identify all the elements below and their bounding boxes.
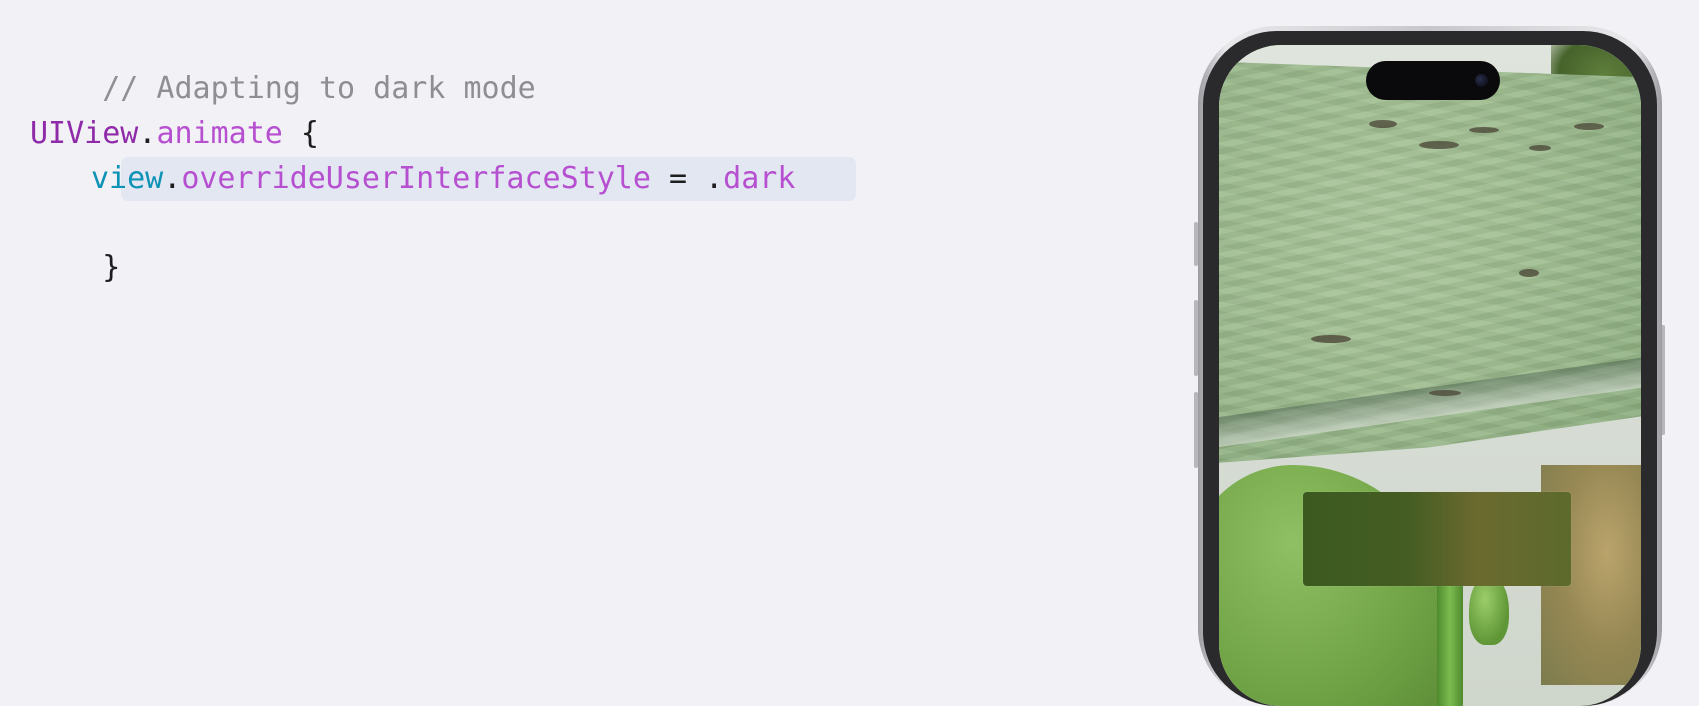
pad-spot bbox=[1429, 390, 1461, 396]
method-animate: animate bbox=[156, 116, 283, 151]
dot-operator: . bbox=[163, 161, 182, 196]
camera-lens-icon bbox=[1475, 74, 1488, 87]
dot-operator: . bbox=[138, 116, 157, 151]
type-uiview: UIView bbox=[30, 116, 139, 151]
dynamic-island bbox=[1366, 61, 1500, 100]
pad-spot bbox=[1311, 335, 1351, 343]
phone-screen bbox=[1219, 45, 1641, 706]
pad-spot bbox=[1369, 120, 1397, 128]
code-line-close: } bbox=[30, 202, 120, 285]
code-line-animate: UIView.animate { bbox=[30, 112, 319, 156]
close-brace: } bbox=[102, 250, 121, 285]
code-line-override: view.overrideUserInterfaceStyle = .dark bbox=[91, 157, 795, 201]
open-brace: { bbox=[282, 116, 319, 151]
pad-spot bbox=[1469, 127, 1499, 133]
blurred-overlay-panel bbox=[1303, 492, 1571, 586]
pad-spot bbox=[1519, 269, 1539, 277]
property-override-style: overrideUserInterfaceStyle bbox=[181, 161, 651, 196]
pad-spot bbox=[1574, 123, 1604, 130]
phone-frame bbox=[1198, 26, 1662, 706]
code-snippet: // Adapting to dark mode UIView.animate … bbox=[30, 0, 856, 315]
pad-spot bbox=[1419, 141, 1459, 149]
pad-spot bbox=[1529, 145, 1551, 151]
value-dark: dark bbox=[723, 161, 796, 196]
comment-text: // Adapting to dark mode bbox=[102, 71, 536, 106]
assign-operator: = . bbox=[650, 161, 724, 196]
phone-bezel bbox=[1203, 31, 1657, 706]
code-comment: // Adapting to dark mode bbox=[30, 23, 535, 106]
var-view: view bbox=[91, 161, 164, 196]
